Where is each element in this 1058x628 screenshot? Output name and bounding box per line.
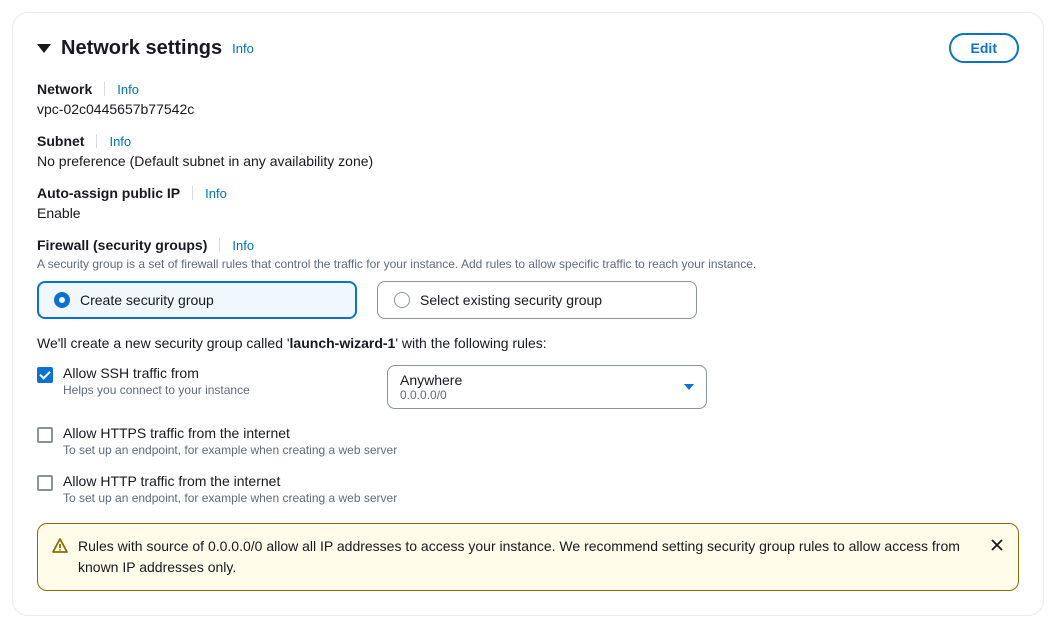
warning-alert: Rules with source of 0.0.0.0/0 allow all… <box>37 523 1019 591</box>
checkbox-https[interactable] <box>37 427 53 443</box>
radio-create-label: Create security group <box>80 292 214 308</box>
warning-icon <box>52 538 68 557</box>
desc-https: To set up an endpoint, for example when … <box>63 443 397 457</box>
close-icon[interactable] <box>990 538 1004 555</box>
info-link-header[interactable]: Info <box>232 41 254 56</box>
panel-header: Network settings Info Edit <box>37 33 1019 63</box>
radio-select-label: Select existing security group <box>420 292 602 308</box>
info-link-firewall[interactable]: Info <box>232 238 254 253</box>
checkbox-ssh[interactable] <box>37 367 53 383</box>
rule-allow-https: Allow HTTPS traffic from the internet To… <box>37 425 1019 457</box>
rule-allow-http: Allow HTTP traffic from the internet To … <box>37 473 1019 505</box>
label-ssh: Allow SSH traffic from <box>63 365 250 381</box>
chevron-down-icon <box>684 384 694 390</box>
autoip-field: Auto-assign public IP Info Enable <box>37 185 1019 221</box>
network-settings-panel: Network settings Info Edit Network Info … <box>12 12 1044 616</box>
checkbox-http[interactable] <box>37 475 53 491</box>
autoip-value: Enable <box>37 205 1019 221</box>
label-https: Allow HTTPS traffic from the internet <box>63 425 397 441</box>
info-link-network[interactable]: Info <box>117 82 139 97</box>
desc-ssh: Helps you connect to your instance <box>63 383 250 397</box>
subnet-field: Subnet Info No preference (Default subne… <box>37 133 1019 169</box>
radio-create-sg[interactable]: Create security group <box>37 281 357 319</box>
radio-icon <box>394 292 410 308</box>
firewall-field: Firewall (security groups) Info A securi… <box>37 237 1019 271</box>
label-http: Allow HTTP traffic from the internet <box>63 473 397 489</box>
header-left: Network settings Info <box>37 37 254 60</box>
firewall-label: Firewall (security groups) <box>37 237 207 253</box>
rule-allow-ssh: Allow SSH traffic from Helps you connect… <box>37 365 1019 409</box>
subnet-label: Subnet <box>37 133 84 149</box>
desc-http: To set up an endpoint, for example when … <box>63 491 397 505</box>
radio-select-sg[interactable]: Select existing security group <box>377 281 697 319</box>
firewall-radio-group: Create security group Select existing se… <box>37 281 1019 319</box>
select-sub-text: 0.0.0.0/0 <box>400 388 462 402</box>
collapse-icon[interactable] <box>37 44 51 53</box>
ssh-source-select[interactable]: Anywhere 0.0.0.0/0 <box>387 365 707 409</box>
network-label: Network <box>37 81 92 97</box>
firewall-desc: A security group is a set of firewall ru… <box>37 257 1019 271</box>
network-field: Network Info vpc-02c0445657b77542c <box>37 81 1019 117</box>
select-main-text: Anywhere <box>400 372 462 388</box>
alert-text: Rules with source of 0.0.0.0/0 allow all… <box>78 536 980 578</box>
edit-button[interactable]: Edit <box>949 33 1019 63</box>
network-value: vpc-02c0445657b77542c <box>37 101 1019 117</box>
autoip-label: Auto-assign public IP <box>37 185 180 201</box>
section-title: Network settings <box>61 37 222 60</box>
info-link-autoip[interactable]: Info <box>205 186 227 201</box>
info-link-subnet[interactable]: Info <box>109 134 131 149</box>
radio-icon <box>54 292 70 308</box>
subnet-value: No preference (Default subnet in any ava… <box>37 153 1019 169</box>
sg-create-text: We'll create a new security group called… <box>37 335 1019 351</box>
